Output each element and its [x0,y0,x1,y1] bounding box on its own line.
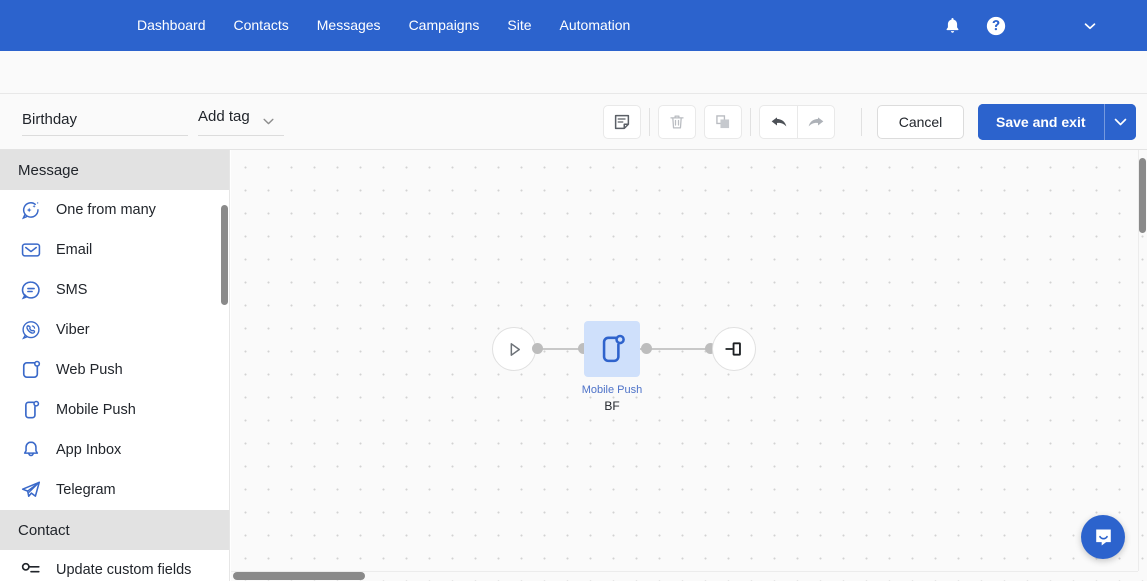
nav-link-site[interactable]: Site [507,0,531,51]
trash-icon [670,115,684,129]
toolbar-icon-group: Cancel Save and exit [603,94,1136,150]
app-inbox-bell-icon [18,437,44,463]
nav-link-messages[interactable]: Messages [317,0,381,51]
save-and-exit-button[interactable]: Save and exit [978,104,1104,140]
add-tag-label: Add tag [198,108,250,125]
envelope-icon [18,237,44,263]
copy-icon [716,115,730,129]
flow-port-action-out[interactable] [641,343,652,354]
canvas-horizontal-scrollbar[interactable] [231,571,1138,581]
support-chat-button[interactable] [1081,515,1125,559]
sidebar-group-title: Contact [18,521,70,539]
sparkle-chat-icon [18,197,44,223]
flow-node-start[interactable] [492,327,536,371]
redo-icon [808,117,824,127]
delete-button[interactable] [658,105,696,139]
canvas-horizontal-scrollbar-thumb[interactable] [233,572,365,580]
sidebar-item-label: Viber [56,322,90,338]
sub-header-band [0,51,1147,94]
nav-link-automation[interactable]: Automation [560,0,631,51]
automation-canvas[interactable]: Mobile Push BF [231,150,1147,581]
telegram-icon [18,477,44,503]
sidebar-item-update-custom-fields[interactable]: Update custom fields [0,550,229,581]
sidebar-item-label: App Inbox [56,442,122,458]
viber-icon [18,317,44,343]
canvas-vertical-scrollbar[interactable] [1138,150,1147,571]
nav-link-campaigns[interactable]: Campaigns [409,0,480,51]
sidebar-item-sms[interactable]: SMS [0,270,229,310]
sidebar-item-one-from-many[interactable]: One from many [0,190,229,230]
help-button[interactable] [979,9,1013,43]
account-menu-button[interactable] [1073,9,1107,43]
sidebar-group-contact: Contact [0,510,229,550]
sidebar-item-label: Update custom fields [56,562,192,578]
toolbar-divider [861,108,862,136]
sidebar-item-label: One from many [56,202,156,218]
nav-link-contacts[interactable]: Contacts [234,0,289,51]
sms-bubble-icon [18,277,44,303]
flow-port-start-out[interactable] [532,343,543,354]
duplicate-button[interactable] [704,105,742,139]
toolbar-divider [750,108,751,136]
sidebar-item-mobile-push[interactable]: Mobile Push [0,390,229,430]
sidebar-item-label: Web Push [56,362,123,378]
nav-right-group [935,0,1147,51]
chevron-down-icon [1084,22,1096,29]
add-tag-dropdown[interactable]: Add tag [198,106,284,136]
chat-bubble-icon [1095,528,1111,546]
mobile-push-icon [18,397,44,423]
sidebar-group-title: Message [18,161,79,179]
cancel-button[interactable]: Cancel [877,105,964,139]
sidebar-item-email[interactable]: Email [0,230,229,270]
sidebar-item-telegram[interactable]: Telegram [0,470,229,510]
flow-node-label: Mobile Push [581,384,643,396]
chevron-down-icon [1114,118,1126,126]
play-icon [510,342,520,356]
canvas-vertical-scrollbar-thumb[interactable] [1139,158,1146,233]
automation-name-input[interactable] [22,106,188,136]
top-navigation-bar: Dashboard Contacts Messages Campaigns Si… [0,0,1147,51]
sidebar-item-label: Email [56,242,93,258]
chevron-down-icon [262,113,275,131]
update-fields-icon [18,557,44,581]
sidebar-item-web-push[interactable]: Web Push [0,350,229,390]
mobile-push-icon [602,334,625,363]
notifications-button[interactable] [935,9,969,43]
blocks-sidebar[interactable]: Message One from many Email SMS Viber We… [0,150,230,581]
sidebar-scrollbar-thumb[interactable] [221,205,228,305]
bell-icon [946,18,958,33]
redo-button[interactable] [797,105,835,139]
nav-links: Dashboard Contacts Messages Campaigns Si… [137,0,658,51]
save-options-button[interactable] [1104,104,1136,140]
sidebar-item-label: Mobile Push [56,402,136,418]
notes-button[interactable] [603,105,641,139]
save-and-exit-group: Save and exit [978,104,1136,140]
sidebar-group-message: Message [0,150,229,190]
sidebar-item-viber[interactable]: Viber [0,310,229,350]
flow-node-end[interactable] [712,327,756,371]
sidebar-item-label: Telegram [56,482,116,498]
sidebar-scrollbar[interactable] [221,150,229,581]
nav-link-dashboard[interactable]: Dashboard [137,0,206,51]
editor-toolbar: Add tag [0,94,1147,150]
flow-node-sublabel: BF [604,399,620,413]
exit-icon [725,342,741,356]
web-push-icon [18,357,44,383]
sidebar-item-label: SMS [56,282,88,298]
help-circle-icon [986,16,1006,35]
flow-node-mobile-push[interactable] [584,321,640,377]
note-icon [614,114,630,130]
undo-button[interactable] [759,105,797,139]
sidebar-item-app-inbox[interactable]: App Inbox [0,430,229,470]
toolbar-divider [649,108,650,136]
undo-icon [771,117,786,127]
